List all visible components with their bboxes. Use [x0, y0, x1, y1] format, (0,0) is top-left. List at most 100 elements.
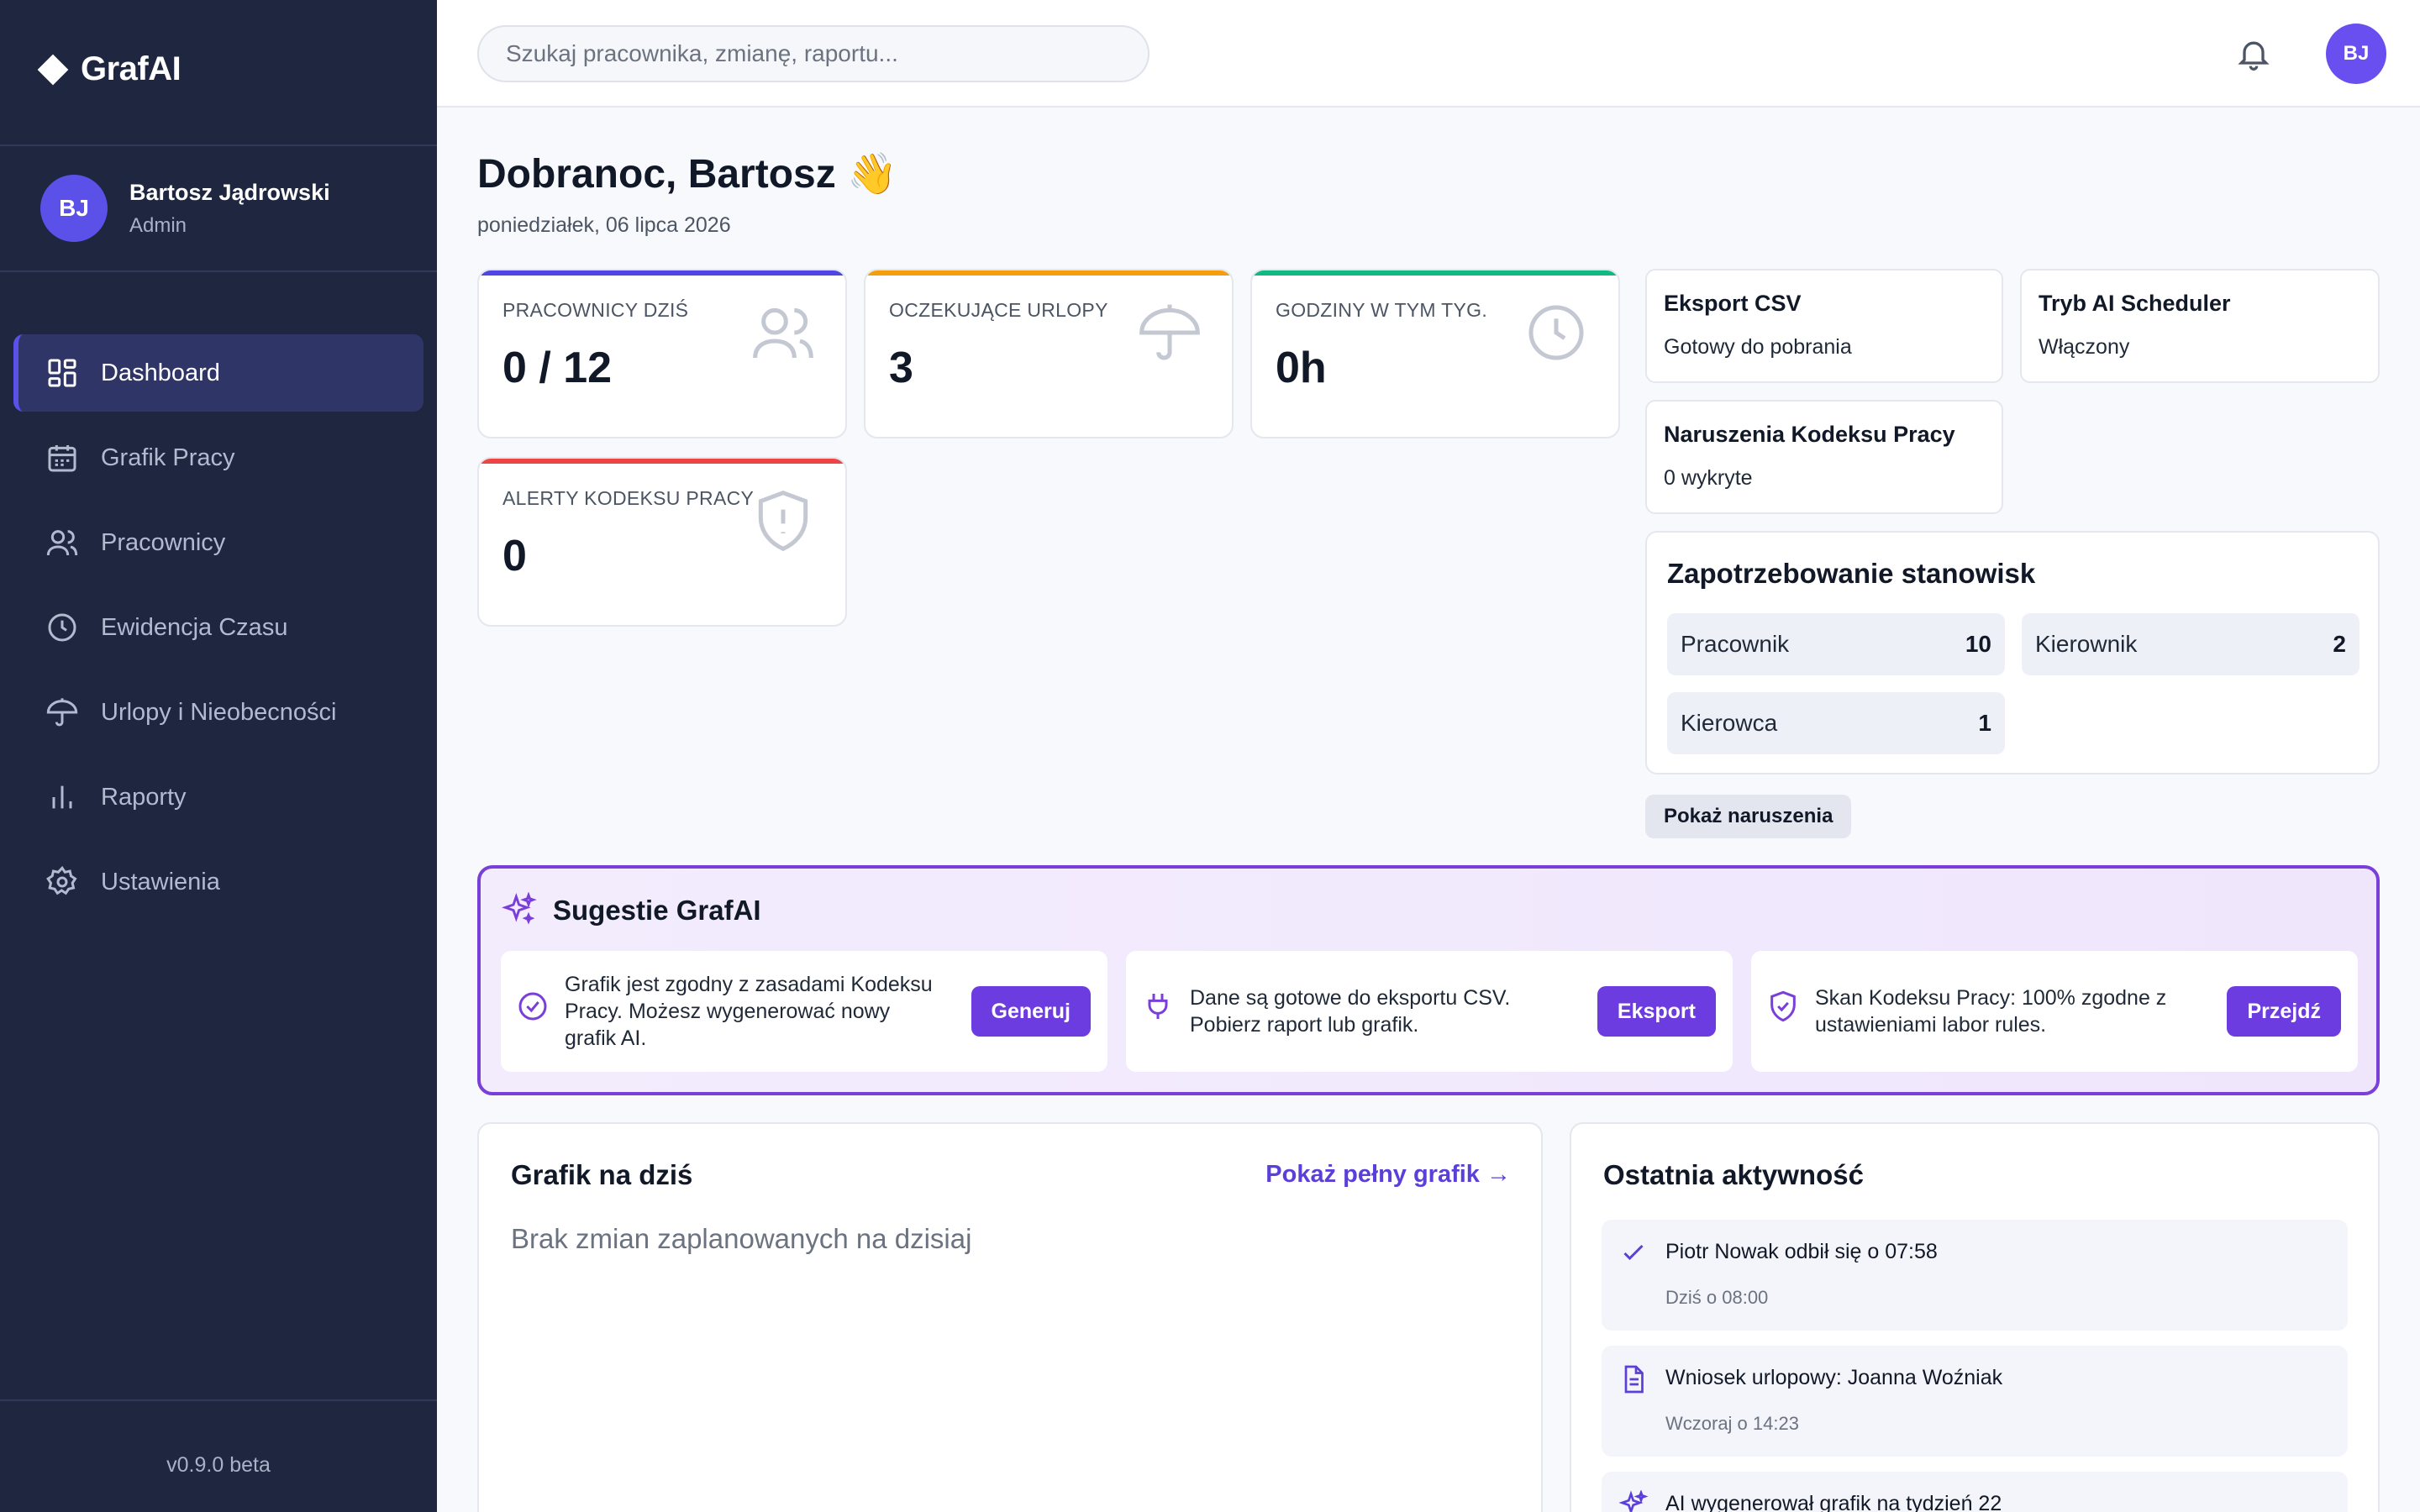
sidebar-item-label: Urlopy i Nieobecności — [101, 698, 337, 726]
brand-logo[interactable]: GrafAI — [37, 50, 182, 88]
info-title: Naruszenia Kodeksu Pracy — [1664, 422, 1955, 447]
dashboard-icon — [48, 359, 76, 387]
bell-icon[interactable] — [2235, 35, 2272, 72]
stat-accent-bar — [479, 459, 845, 464]
suggestion-text: Skan Kodeksu Pracy: 100% zgodne z ustawi… — [1815, 986, 2167, 1037]
sidebar-item-label: Ustawienia — [101, 868, 220, 895]
activity-text: Piotr Nowak odbił się o 07:58 — [1665, 1240, 1938, 1263]
users-icon — [46, 530, 78, 556]
recent-activity-panel: Ostatnia aktywność Piotr Nowak odbił się… — [1570, 1122, 2380, 1512]
sidebar-item-pracownicy[interactable]: Pracownicy — [13, 504, 424, 581]
activity-item[interactable]: Piotr Nowak odbił się o 07:58 Dziś o 08:… — [1602, 1220, 2348, 1331]
export-button[interactable]: Eksport — [1597, 986, 1716, 1037]
activity-text: Wniosek urlopowy: Joanna Woźniak — [1665, 1366, 2003, 1389]
stat-label: Godziny w tym tyg. — [1276, 299, 1488, 321]
demand-count: 2 — [2333, 631, 2346, 657]
info-subtitle: 0 wykryte — [1664, 466, 1753, 490]
divider — [0, 144, 437, 146]
sidebar-item-dashboard[interactable]: Dashboard — [13, 334, 424, 412]
demand-chip: Kierownik 2 — [2022, 613, 2360, 675]
document-icon — [1624, 1365, 1644, 1394]
show-violations-button[interactable]: Pokaż naruszenia — [1645, 795, 1852, 838]
umbrella-icon — [1139, 304, 1200, 360]
info-title: Tryb AI Scheduler — [2039, 291, 2231, 316]
logo-diamond-icon — [37, 54, 69, 85]
avatar[interactable]: BJ — [2326, 24, 2386, 84]
user-profile[interactable]: BJ Bartosz Jądrowski Admin — [40, 175, 330, 242]
activity-item[interactable]: AI wygenerował grafik na tydzień 22 — [1602, 1472, 2348, 1512]
info-card-csv-export[interactable]: Eksport CSV Gotowy do pobrania — [1645, 269, 2003, 383]
wave-emoji: 👋 — [847, 152, 897, 197]
full-schedule-link[interactable]: Pokaż pełny grafik → — [1265, 1161, 1511, 1189]
sidebar-item-label: Dashboard — [101, 359, 220, 386]
sidebar-item-ewidencja-czasu[interactable]: Ewidencja Czasu — [13, 589, 424, 666]
stat-value: 3 — [889, 344, 913, 392]
sidebar-item-grafik-pracy[interactable]: Grafik Pracy — [13, 419, 424, 496]
suggestion-card: Dane są gotowe do eksportu CSV. Pobierz … — [1126, 951, 1733, 1072]
sidebar-item-urlopy[interactable]: Urlopy i Nieobecności — [13, 674, 424, 751]
generate-button[interactable]: Generuj — [971, 986, 1091, 1037]
stat-label: Alerty Kodeksu Pracy — [502, 487, 755, 509]
sidebar-nav: Dashboard Grafik Pracy Pracownicy Ewiden… — [13, 334, 424, 928]
clock-icon — [1528, 305, 1584, 360]
greeting-text: Dobranoc, Bartosz — [477, 152, 836, 197]
shield-alert-icon — [758, 490, 808, 552]
suggestion-card: Skan Kodeksu Pracy: 100% zgodne z ustawi… — [1751, 951, 2358, 1072]
top-bar: BJ — [437, 0, 2420, 108]
position-demand-card: Zapotrzebowanie stanowisk Pracownik 10 K… — [1645, 531, 2380, 774]
user-role: Admin — [129, 213, 187, 237]
demand-role: Kierowca — [1681, 710, 1778, 736]
demand-role: Pracownik — [1681, 631, 1790, 657]
info-subtitle: Włączony — [2039, 335, 2130, 359]
gear-icon — [46, 865, 77, 895]
current-date: poniedziałek, 06 lipca 2026 — [477, 213, 731, 237]
empty-state-text: Brak zmian zaplanowanych na dzisiaj — [511, 1223, 972, 1254]
activity-time: Dziś o 08:00 — [1665, 1287, 1769, 1308]
stat-accent-bar — [1252, 270, 1618, 276]
avatar: BJ — [40, 175, 108, 242]
suggestion-card: Grafik jest zgodny z zasadami Kodeksu Pr… — [501, 951, 1107, 1072]
activity-text: AI wygenerował grafik na tydzień 22 — [1665, 1492, 2002, 1512]
shield-check-icon — [1770, 990, 1796, 1022]
info-card-labor-violations[interactable]: Naruszenia Kodeksu Pracy 0 wykryte — [1645, 400, 2003, 514]
go-button[interactable]: Przejdź — [2227, 986, 2341, 1037]
stat-card-employees-today[interactable]: Pracownicy dziś 0 / 12 — [477, 269, 847, 438]
search-input[interactable] — [477, 25, 1150, 82]
plug-icon — [1148, 994, 1168, 1019]
check-icon — [1623, 1244, 1644, 1261]
ai-suggestions-panel: Sugestie GrafAI Grafik jest zgodny z zas… — [477, 865, 2380, 1095]
divider — [0, 270, 437, 272]
sidebar-item-raporty[interactable]: Raporty — [13, 759, 424, 836]
info-subtitle: Gotowy do pobrania — [1664, 335, 1852, 359]
info-card-ai-scheduler[interactable]: Tryb AI Scheduler Włączony — [2020, 269, 2380, 383]
stat-card-pending-leaves[interactable]: Oczekujące urlopy 3 — [864, 269, 1234, 438]
ai-suggestions-title: Sugestie GrafAI — [553, 895, 761, 926]
stat-accent-bar — [865, 270, 1232, 276]
suggestion-text: Dane są gotowe do eksportu CSV. Pobierz … — [1190, 986, 1511, 1037]
stat-label: Oczekujące urlopy — [889, 299, 1108, 321]
sidebar-item-ustawienia[interactable]: Ustawienia — [13, 843, 424, 921]
stat-card-labor-alerts[interactable]: Alerty Kodeksu Pracy 0 — [477, 457, 847, 627]
stat-value: 0 — [502, 532, 527, 580]
sidebar-item-label: Ewidencja Czasu — [101, 613, 288, 641]
umbrella-icon — [46, 698, 78, 727]
user-name: Bartosz Jądrowski — [129, 179, 330, 205]
panel-title: Ostatnia aktywność — [1603, 1159, 1864, 1190]
sidebar-item-label: Raporty — [101, 783, 187, 811]
stat-card-weekly-hours[interactable]: Godziny w tym tyg. 0h — [1250, 269, 1620, 438]
stat-value: 0h — [1276, 344, 1327, 392]
users-icon — [753, 307, 813, 359]
bar-chart-icon — [52, 785, 72, 809]
suggestion-text: Grafik jest zgodny z zasadami Kodeksu Pr… — [565, 973, 933, 1050]
page-title: Dobranoc, Bartosz 👋 — [477, 150, 897, 197]
divider — [0, 1399, 437, 1401]
calendar-icon — [48, 445, 76, 472]
info-title: Eksport CSV — [1664, 291, 1802, 316]
activity-item[interactable]: Wniosek urlopowy: Joanna Woźniak Wczoraj… — [1602, 1346, 2348, 1457]
ai-suggestions-header: Sugestie GrafAI — [501, 892, 761, 929]
activity-time: Wczoraj o 14:23 — [1665, 1413, 1799, 1434]
demand-chip: Pracownik 10 — [1667, 613, 2005, 675]
demand-role: Kierownik — [2035, 631, 2138, 657]
sparkles-icon — [502, 892, 537, 925]
demand-count: 1 — [1978, 710, 1991, 736]
